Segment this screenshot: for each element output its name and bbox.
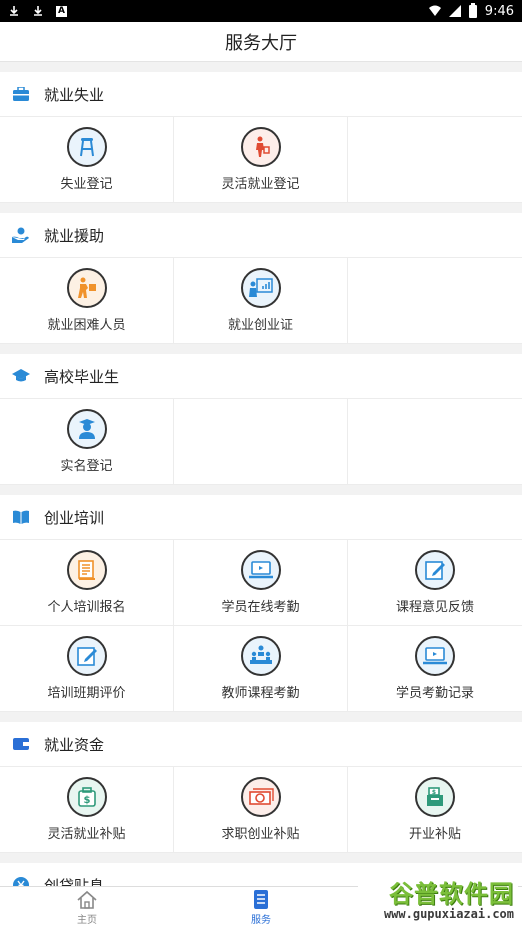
tab-home-label: 主页 — [77, 914, 97, 926]
service-item-label: 失业登记 — [60, 177, 113, 192]
service-item-label: 灵活就业补贴 — [47, 827, 126, 842]
page-title: 服务大厅 — [225, 32, 297, 54]
home-icon — [77, 890, 97, 909]
stool-icon — [66, 127, 107, 167]
service-item[interactable]: 实名登记 — [0, 399, 174, 485]
yen-icon — [12, 876, 30, 886]
a-icon: A — [56, 5, 67, 17]
section-header: 创业培训 — [0, 495, 522, 540]
service-item[interactable]: 求职创业补贴 — [174, 767, 348, 853]
service-list[interactable]: 就业失业失业登记 灵活就业登记就业援助就业困难人员 就业创业证高校毕业生实名登记创业… — [0, 62, 522, 886]
service-item[interactable]: 就业困难人员 — [0, 258, 174, 344]
cash-icon — [240, 777, 281, 817]
empty-cell — [174, 399, 348, 485]
cash-register-icon: $ — [415, 777, 455, 817]
service-grid: 就业困难人员 就业创业证 — [0, 258, 522, 344]
service-item-label: 求职创业补贴 — [221, 827, 300, 842]
helping-hand-icon — [12, 226, 30, 244]
tab-service-label: 服务 — [251, 914, 271, 926]
service-item-label: 课程意见反馈 — [395, 600, 474, 615]
section: 就业援助就业困难人员 就业创业证 — [0, 213, 522, 344]
service-item-label: 学员考勤记录 — [395, 686, 474, 701]
section-header: 就业援助 — [0, 213, 522, 258]
service-item-label: 个人培训报名 — [47, 600, 126, 615]
section: 就业资金 $ 灵活就业补贴 求职创业补贴 $ 开业补贴 — [0, 722, 522, 853]
service-item[interactable]: 学员考勤记录 — [348, 626, 522, 712]
graduation-cap-icon — [12, 367, 30, 385]
svg-text:$: $ — [83, 795, 90, 806]
wifi-icon — [428, 5, 441, 16]
service-item[interactable]: 学员在线考勤 — [174, 540, 348, 626]
graduate-icon — [66, 409, 107, 449]
service-grid: 个人培训报名 学员在线考勤 课程意见反馈培训班期评价 教师课程考勤 学员考勤记录 — [0, 540, 522, 712]
watermark-url: www.gupuxiazai.com — [383, 907, 514, 921]
section: 创业培训个人培训报名 学员在线考勤 课程意见反馈培训班期评价 教师课程考勤 学员考勤记录 — [0, 495, 522, 712]
service-item[interactable]: 失业登记 — [0, 117, 174, 203]
download-icon — [34, 6, 42, 16]
service-item[interactable]: 培训班期评价 — [0, 626, 174, 712]
empty-cell — [348, 399, 522, 485]
service-item-label: 教师课程考勤 — [221, 686, 300, 701]
section-title: 就业资金 — [44, 735, 105, 754]
service-item[interactable]: $ 开业补贴 — [348, 767, 522, 853]
status-bar: A 9:46 — [0, 0, 522, 22]
open-book-icon — [12, 508, 30, 526]
section-title: 创贷贴息 — [44, 876, 105, 887]
signal-icon — [448, 5, 461, 17]
laptop-icon — [240, 550, 281, 590]
section-header: 就业失业 — [0, 72, 522, 117]
meeting-icon — [240, 636, 281, 676]
section-title: 高校毕业生 — [44, 367, 120, 386]
wallet-icon — [12, 735, 30, 753]
section-title: 就业失业 — [44, 85, 105, 104]
service-item[interactable]: 课程意见反馈 — [348, 540, 522, 626]
watermark: 谷普软件园 www.gupuxiazai.com — [358, 878, 518, 924]
empty-cell — [348, 258, 522, 344]
title-bar: 服务大厅 — [0, 22, 522, 62]
service-grid: 失业登记 灵活就业登记 — [0, 117, 522, 203]
presentation-icon — [240, 268, 281, 308]
service-item-label: 培训班期评价 — [47, 686, 126, 701]
svg-text:$: $ — [432, 789, 436, 796]
briefcase-icon — [12, 85, 30, 103]
section: 就业失业失业登记 灵活就业登记 — [0, 72, 522, 203]
empty-cell — [348, 117, 522, 203]
service-item-label: 学员在线考勤 — [221, 600, 300, 615]
list-icon — [254, 889, 268, 909]
service-item-label: 就业困难人员 — [47, 318, 126, 333]
service-item[interactable]: 灵活就业登记 — [174, 117, 348, 203]
person-carry-icon — [66, 268, 107, 308]
document-icon — [66, 550, 107, 590]
worker-icon — [240, 127, 281, 167]
laptop-icon — [415, 636, 455, 676]
edit-icon — [415, 550, 455, 590]
status-time: 9:46 — [484, 3, 514, 19]
service-item-label: 就业创业证 — [227, 318, 293, 333]
service-item[interactable]: 就业创业证 — [174, 258, 348, 344]
section-header: 高校毕业生 — [0, 354, 522, 399]
service-item[interactable]: $ 灵活就业补贴 — [0, 767, 174, 853]
edit-icon — [66, 636, 107, 676]
section-header: 就业资金 — [0, 722, 522, 767]
service-grid: 实名登记 — [0, 399, 522, 485]
tab-home[interactable]: 主页 — [0, 887, 174, 928]
service-item-label: 灵活就业登记 — [221, 177, 300, 192]
download-icon — [10, 6, 18, 16]
service-grid: $ 灵活就业补贴 求职创业补贴 $ 开业补贴 — [0, 767, 522, 853]
service-item-label: 开业补贴 — [408, 827, 461, 842]
money-bag-icon: $ — [66, 777, 107, 817]
service-item-label: 实名登记 — [60, 459, 113, 474]
watermark-title: 谷普软件园 — [389, 880, 514, 908]
battery-icon — [468, 2, 477, 18]
service-item[interactable]: 个人培训报名 — [0, 540, 174, 626]
tab-service[interactable]: 服务 — [174, 887, 348, 928]
service-item[interactable]: 教师课程考勤 — [174, 626, 348, 712]
section: 高校毕业生实名登记 — [0, 354, 522, 485]
section-title: 创业培训 — [44, 508, 105, 527]
section-title: 就业援助 — [44, 226, 105, 245]
